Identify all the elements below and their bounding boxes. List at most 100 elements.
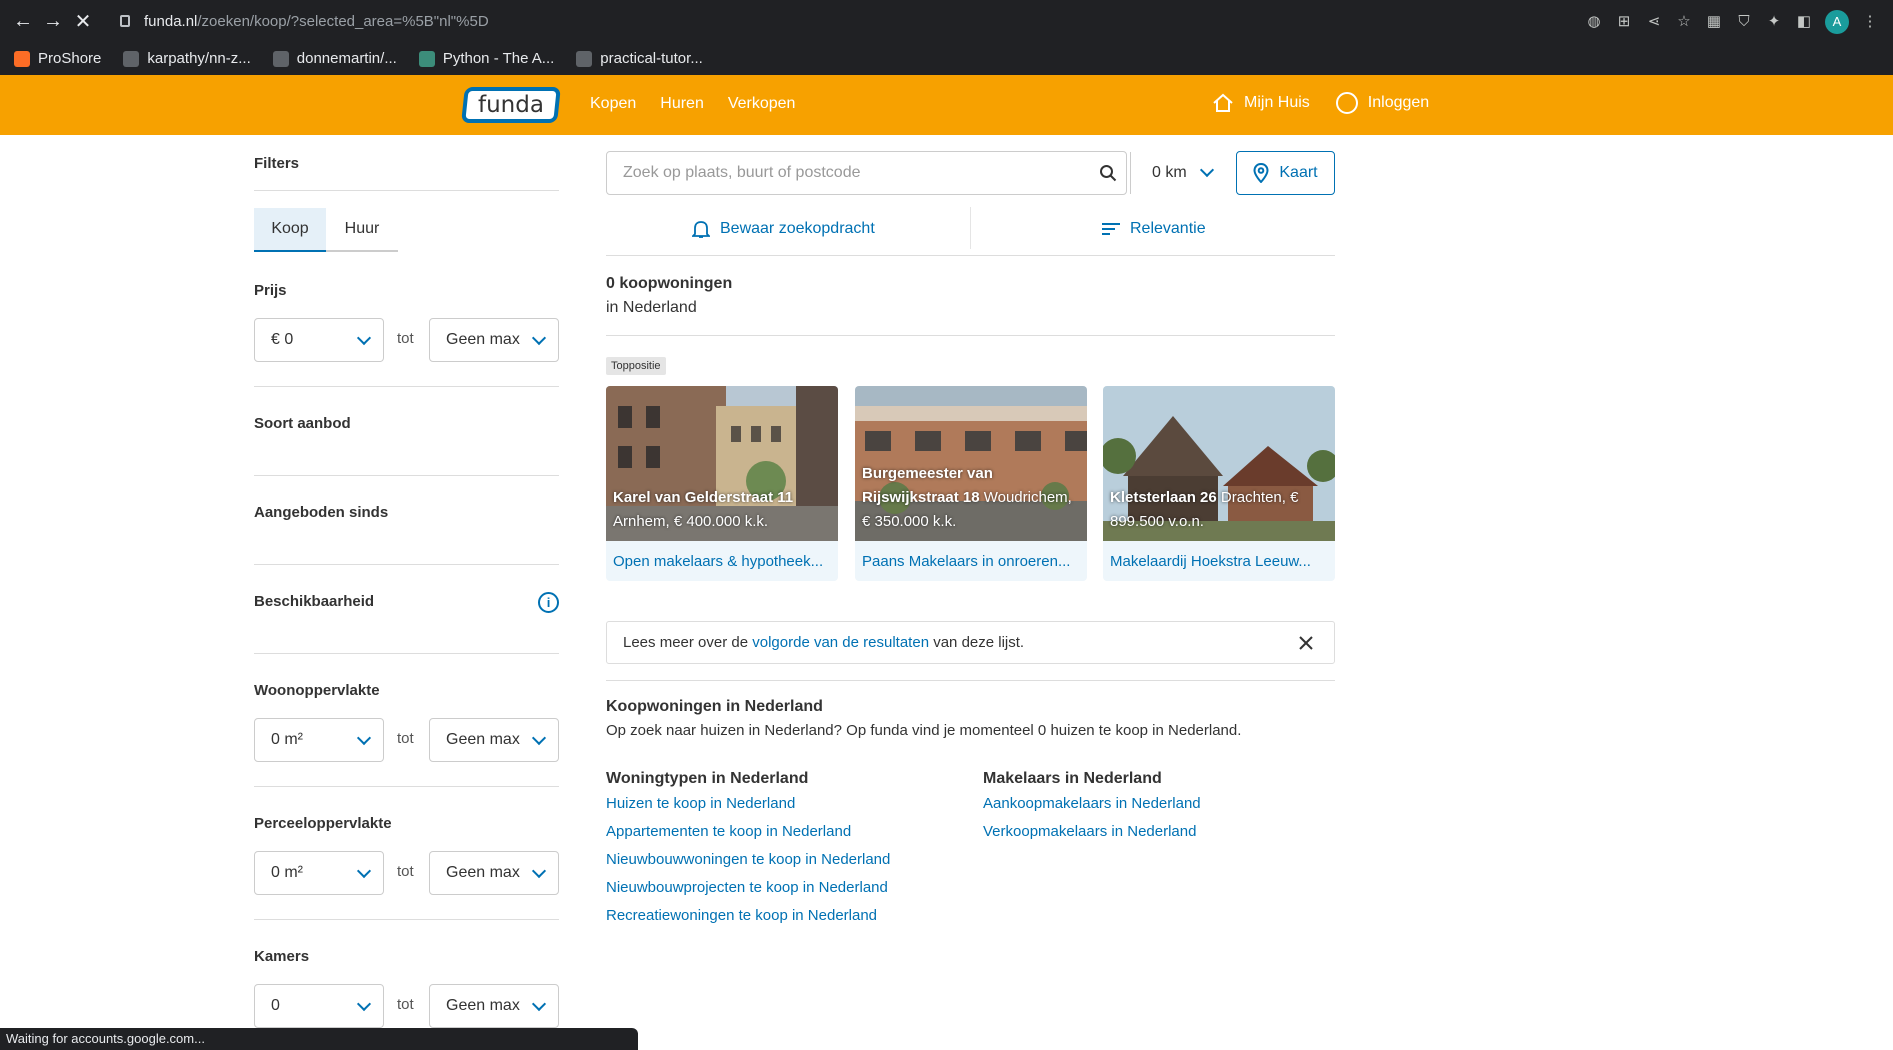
info-icon[interactable]: i	[538, 592, 559, 613]
perceeloppervlakte-title: Perceeloppervlakte	[254, 815, 392, 832]
bookmark-item[interactable]: karpathy/nn-z...	[123, 50, 251, 67]
woningtype-link[interactable]: Nieuwbouwprojecten te koop in Nederland	[606, 874, 890, 902]
bookmark-item[interactable]: practical-tutor...	[576, 50, 703, 67]
extension-icon[interactable]: ▦	[1705, 13, 1723, 31]
toppositie-badge: Toppositie	[606, 357, 666, 375]
address-bar[interactable]: funda.nl/zoeken/koop/?selected_area=%5B"…	[120, 13, 489, 30]
map-pin-icon	[1253, 163, 1269, 183]
perceeloppervlakte-max-select[interactable]: Geen max	[429, 851, 559, 895]
chevron-down-icon	[356, 996, 372, 1012]
woonoppervlakte-min-select[interactable]: 0 m²	[254, 718, 384, 762]
search-icon[interactable]	[1099, 164, 1117, 182]
main-nav: Kopen Huren Verkopen	[590, 95, 795, 113]
filters-title: Filters	[254, 155, 300, 172]
funda-logo[interactable]: funda	[461, 87, 561, 123]
woonoppervlakte-max-select[interactable]: Geen max	[429, 718, 559, 762]
url-host: funda.nl	[144, 12, 198, 30]
soort-aanbod-title[interactable]: Soort aanbod	[254, 415, 351, 432]
woningtype-link[interactable]: Appartementen te koop in Nederland	[606, 818, 890, 846]
browser-toolbar: ← → ✕ funda.nl/zoeken/koop/?selected_are…	[0, 0, 1893, 42]
profile-avatar[interactable]: A	[1825, 10, 1849, 34]
sidepanel-icon[interactable]: ◧	[1795, 13, 1813, 31]
menu-icon[interactable]: ⋮	[1861, 13, 1879, 31]
close-icon[interactable]	[1298, 635, 1314, 651]
tot-label: tot	[397, 730, 414, 747]
bookmark-item[interactable]: donnemartin/...	[272, 50, 397, 67]
listing-card[interactable]: Karel van Gelderstraat 11 Arnhem, € 400.…	[606, 386, 838, 581]
seo-text: Op zoek naar huizen in Nederland? Op fun…	[606, 722, 1242, 739]
kaart-button[interactable]: Kaart	[1236, 151, 1335, 195]
perceeloppervlakte-min-select[interactable]: 0 m²	[254, 851, 384, 895]
makelaar-type-link[interactable]: Verkoopmakelaars in Nederland	[983, 818, 1201, 846]
bewaar-zoekopdracht-button[interactable]: Bewaar zoekopdracht	[692, 201, 875, 256]
aangeboden-sinds-title[interactable]: Aangeboden sinds	[254, 504, 388, 521]
woningtype-link[interactable]: Huizen te koop in Nederland	[606, 790, 890, 818]
bookmarks-bar: ProShore karpathy/nn-z... donnemartin/..…	[0, 42, 1893, 75]
results-count: 0 koopwoningen	[606, 275, 733, 292]
share-icon[interactable]: ⋖	[1645, 13, 1663, 31]
beschikbaarheid-title[interactable]: Beschikbaarheid	[254, 593, 374, 610]
makelaar-link[interactable]: Makelaardij Hoekstra Leeuw...	[1110, 553, 1330, 570]
radius-select[interactable]: 0 km	[1130, 152, 1228, 194]
sort-button[interactable]: Relevantie	[1102, 201, 1206, 256]
bookmark-item[interactable]: Python - The A...	[418, 50, 554, 67]
chevron-down-icon	[531, 330, 547, 346]
divider	[254, 475, 559, 476]
sort-icon	[1102, 222, 1120, 235]
seo-title: Koopwoningen in Nederland	[606, 698, 823, 715]
listing-caption: Burgemeester van Rijswijkstraat 18 Woudr…	[862, 465, 1072, 530]
tot-label: tot	[397, 330, 414, 347]
kamers-min-select[interactable]: 0	[254, 984, 384, 1028]
search-input[interactable]	[607, 152, 1130, 194]
results-location: in Nederland	[606, 299, 697, 316]
woningtype-link[interactable]: Nieuwbouwwoningen te koop in Nederland	[606, 846, 890, 874]
no-tracking-icon[interactable]: ◍	[1585, 13, 1603, 31]
house-icon	[1213, 93, 1233, 112]
koop-huur-tabs: Koop Huur	[254, 208, 398, 252]
nav-verkopen[interactable]: Verkopen	[728, 95, 796, 113]
forward-icon[interactable]: →	[38, 10, 68, 33]
nav-kopen[interactable]: Kopen	[590, 95, 636, 113]
chevron-down-icon	[356, 863, 372, 879]
makelaars-list: Makelaars in Nederland Aankoopmakelaars …	[983, 770, 1201, 846]
divider	[254, 919, 559, 920]
bell-icon	[692, 220, 710, 238]
prijs-max-select[interactable]: Geen max	[429, 318, 559, 362]
makelaar-link[interactable]: Open makelaars & hypotheek...	[613, 553, 833, 570]
mijn-huis-link[interactable]: Mijn Huis	[1212, 92, 1310, 114]
listing-card[interactable]: Kletsterlaan 26 Drachten, € 899.500 v.o.…	[1103, 386, 1335, 581]
divider	[254, 653, 559, 654]
volgorde-link[interactable]: volgorde van de resultaten	[752, 634, 929, 651]
nav-huren[interactable]: Huren	[660, 95, 704, 113]
inloggen-link[interactable]: Inloggen	[1335, 92, 1429, 114]
woningtypen-list: Woningtypen in Nederland Huizen te koop …	[606, 770, 890, 930]
ordering-notice: Lees meer over de volgorde van de result…	[606, 621, 1335, 664]
kamers-max-select[interactable]: Geen max	[429, 984, 559, 1028]
star-icon[interactable]: ☆	[1675, 13, 1693, 31]
shield-extension-icon[interactable]: ⛉	[1735, 13, 1753, 31]
woonoppervlakte-title: Woonoppervlakte	[254, 682, 380, 699]
chevron-down-icon	[531, 863, 547, 879]
divider	[606, 335, 1335, 336]
divider	[254, 564, 559, 565]
prijs-title: Prijs	[254, 282, 287, 299]
tab-koop[interactable]: Koop	[254, 208, 326, 252]
divider	[970, 207, 971, 249]
kamers-title: Kamers	[254, 948, 310, 965]
translate-icon[interactable]: ⊞	[1615, 13, 1633, 31]
prijs-min-select[interactable]: € 0	[254, 318, 384, 362]
divider	[254, 786, 559, 787]
lock-icon	[120, 15, 130, 27]
listing-card[interactable]: Burgemeester van Rijswijkstraat 18 Woudr…	[855, 386, 1087, 581]
action-bar: Bewaar zoekopdracht Relevantie	[606, 201, 1335, 256]
woningtype-link[interactable]: Recreatiewoningen te koop in Nederland	[606, 902, 890, 930]
chevron-down-icon	[531, 730, 547, 746]
bookmark-item[interactable]: ProShore	[14, 50, 101, 67]
makelaar-type-link[interactable]: Aankoopmakelaars in Nederland	[983, 790, 1201, 818]
tab-huur[interactable]: Huur	[326, 208, 398, 252]
back-icon[interactable]: ←	[8, 10, 38, 33]
makelaar-link[interactable]: Paans Makelaars in onroeren...	[862, 553, 1082, 570]
puzzle-icon[interactable]: ✦	[1765, 13, 1783, 31]
stop-loading-icon[interactable]: ✕	[68, 9, 98, 34]
tot-label: tot	[397, 863, 414, 880]
